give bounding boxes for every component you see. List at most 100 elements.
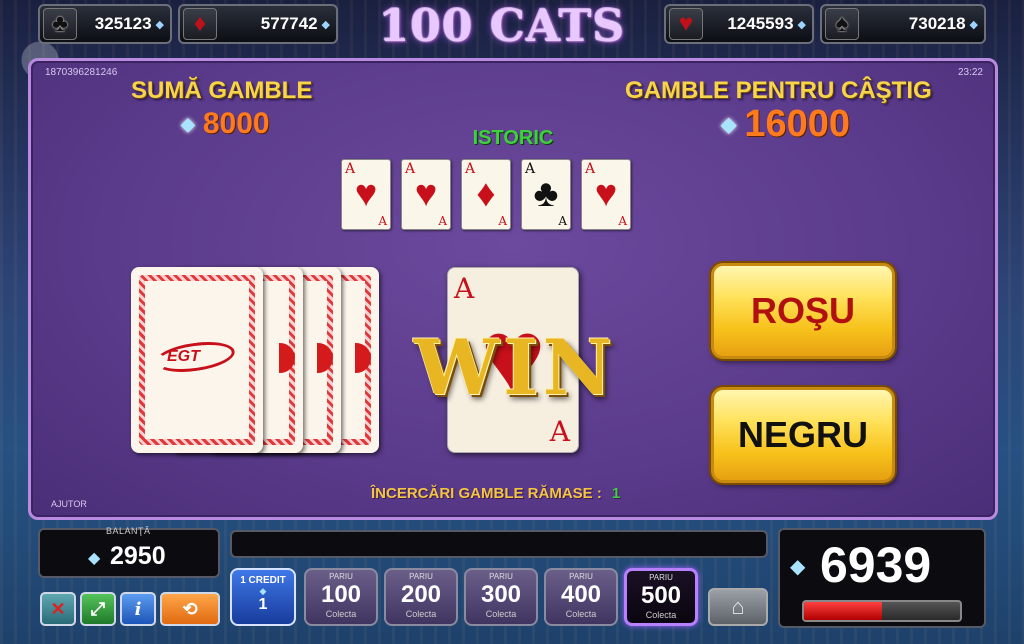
heart-icon: ♥ bbox=[594, 173, 618, 215]
bet-collect-label: Colecta bbox=[645, 610, 677, 620]
message-bar bbox=[230, 530, 768, 558]
game-id: 1870396281246 bbox=[45, 67, 118, 78]
clock: 23:22 bbox=[957, 67, 983, 78]
bet-label: PARIU bbox=[489, 572, 513, 581]
bet-label: PARIU bbox=[569, 572, 593, 581]
jackpot-value: 730218 bbox=[908, 14, 966, 33]
gem-icon: ◆ bbox=[155, 18, 164, 31]
history-card: A ♥ A bbox=[401, 159, 451, 230]
bet-value: 400 bbox=[560, 581, 602, 608]
jackpot-diamonds: ♦ 577742 ◆ bbox=[178, 4, 338, 44]
gamble-to-win-label: GAMBLE PENTRU CÂŞTIG bbox=[625, 77, 932, 104]
balance-value: 2950 bbox=[110, 542, 166, 570]
bet-value: 300 bbox=[480, 581, 522, 608]
win-banner: WIN bbox=[413, 323, 617, 412]
jackpot-value: 325123 bbox=[94, 14, 152, 33]
gamble-tries-label: ÎNCERCĂRI GAMBLE RĂMASE : bbox=[371, 485, 602, 502]
jackpot-value: 577742 bbox=[260, 14, 318, 33]
bet-button-300[interactable]: PARIU 300 Colecta bbox=[464, 568, 538, 626]
balance-label: BALANŢĂ bbox=[106, 526, 151, 536]
gem-icon: ◆ bbox=[969, 18, 978, 31]
bet-collect-label: Colecta bbox=[325, 609, 357, 619]
diamond-gem-icon: ◆ bbox=[721, 114, 737, 136]
bet-collect-label: Colecta bbox=[565, 609, 597, 619]
jackpot-spades: ♠ 730218 ◆ bbox=[820, 4, 986, 44]
diamond-gem-icon: ◆ bbox=[790, 556, 806, 578]
heart-icon: ♥ bbox=[414, 173, 438, 215]
sound-toggle-button[interactable]: ✕ bbox=[40, 592, 76, 626]
autoplay-icon: ⟲ bbox=[182, 598, 198, 619]
expand-icon: ⤢ bbox=[90, 598, 106, 619]
card-rank: A bbox=[498, 214, 507, 228]
bet-button-500[interactable]: PARIU 500 Colecta bbox=[624, 568, 698, 626]
club-icon: ♣ bbox=[43, 8, 77, 40]
info-button[interactable]: i bbox=[120, 592, 156, 626]
bet-value: 200 bbox=[400, 581, 442, 608]
bet-label: PARIU bbox=[329, 572, 353, 581]
credit-label: 1 CREDIT bbox=[240, 575, 286, 586]
credit-value: 1 bbox=[258, 596, 268, 613]
gamble-to-win-value: 16000 bbox=[744, 103, 851, 145]
mute-icon: ✕ bbox=[50, 598, 66, 619]
gem-icon: ◆ bbox=[321, 18, 330, 31]
spade-icon: ♠ bbox=[825, 8, 859, 40]
bet-label: PARIU bbox=[649, 573, 673, 582]
card-rank: A bbox=[558, 214, 567, 228]
jackpot-hearts: ♥ 1245593 ◆ bbox=[664, 4, 814, 44]
bet-button-100[interactable]: PARIU 100 Colecta bbox=[304, 568, 378, 626]
card-rank: A bbox=[549, 415, 570, 448]
egt-logo: EGT bbox=[153, 337, 237, 377]
bet-value: 500 bbox=[640, 582, 682, 609]
win-total: 6939 bbox=[820, 537, 932, 593]
gem-icon: ◆ bbox=[797, 18, 806, 31]
diamond-gem-icon: ◆ bbox=[259, 586, 267, 596]
jackpot-value: 1245593 bbox=[727, 14, 794, 33]
bet-label: PARIU bbox=[409, 572, 433, 581]
gamble-amount: ◆ 8000 bbox=[181, 107, 270, 141]
jackpot-clubs: ♣ 325123 ◆ bbox=[38, 4, 172, 44]
gamble-panel: 1870396281246 23:22 SUMĂ GAMBLE ◆ 8000 G… bbox=[28, 58, 998, 520]
game-logo: 100 CATS bbox=[378, 0, 626, 52]
heart-icon: ♥ bbox=[669, 8, 703, 40]
black-button[interactable]: NEGRU bbox=[711, 387, 895, 483]
win-display: ◆ 6939 bbox=[778, 528, 986, 628]
card-back-top: EGT bbox=[131, 267, 263, 453]
heart-icon: ♥ bbox=[354, 173, 378, 215]
gamble-to-win: ◆ 16000 bbox=[721, 103, 850, 146]
club-icon: ♣ bbox=[533, 173, 559, 215]
win-progress-fill bbox=[804, 602, 882, 620]
help-link[interactable]: AJUTOR bbox=[51, 499, 87, 509]
home-button[interactable]: ⌂ bbox=[708, 588, 768, 626]
diamond-gem-icon: ◆ bbox=[88, 550, 101, 567]
bet-button-400[interactable]: PARIU 400 Colecta bbox=[544, 568, 618, 626]
card-rank: A bbox=[438, 214, 447, 228]
history-card: A ♣ A bbox=[521, 159, 571, 230]
gamble-amount-label: SUMĂ GAMBLE bbox=[131, 77, 313, 104]
card-rank: A bbox=[618, 214, 627, 228]
gamble-tries-count: 1 bbox=[611, 485, 621, 502]
bet-value: 100 bbox=[320, 581, 362, 608]
gamble-amount-value: 8000 bbox=[202, 107, 270, 140]
balance-display: BALANŢĂ ◆ 2950 bbox=[38, 526, 220, 578]
card-rank: A bbox=[378, 214, 387, 228]
diamond-icon: ♦ bbox=[183, 8, 217, 40]
history-cards: A ♥ A A ♥ A A ♦ A A ♣ A A ♥ A bbox=[341, 159, 631, 230]
bet-collect-label: Colecta bbox=[485, 609, 517, 619]
history-card: A ♥ A bbox=[581, 159, 631, 230]
diamond-gem-icon: ◆ bbox=[181, 113, 195, 134]
bet-collect-label: Colecta bbox=[405, 609, 437, 619]
info-icon: i bbox=[134, 598, 142, 620]
win-progress-bar bbox=[802, 600, 962, 622]
gamble-tries: ÎNCERCĂRI GAMBLE RĂMASE : 1 bbox=[371, 485, 620, 502]
red-button[interactable]: ROŞU bbox=[711, 263, 895, 359]
history-card: A ♥ A bbox=[341, 159, 391, 230]
home-icon: ⌂ bbox=[731, 594, 745, 619]
autoplay-button[interactable]: ⟲ bbox=[160, 592, 220, 626]
history-label: ISTORIC bbox=[472, 127, 554, 149]
history-card: A ♦ A bbox=[461, 159, 511, 230]
bet-button-200[interactable]: PARIU 200 Colecta bbox=[384, 568, 458, 626]
card-deck: EGT bbox=[131, 267, 391, 457]
diamond-icon: ♦ bbox=[476, 173, 496, 215]
credit-button[interactable]: 1 CREDIT ◆ 1 bbox=[230, 568, 296, 626]
fullscreen-button[interactable]: ⤢ bbox=[80, 592, 116, 626]
